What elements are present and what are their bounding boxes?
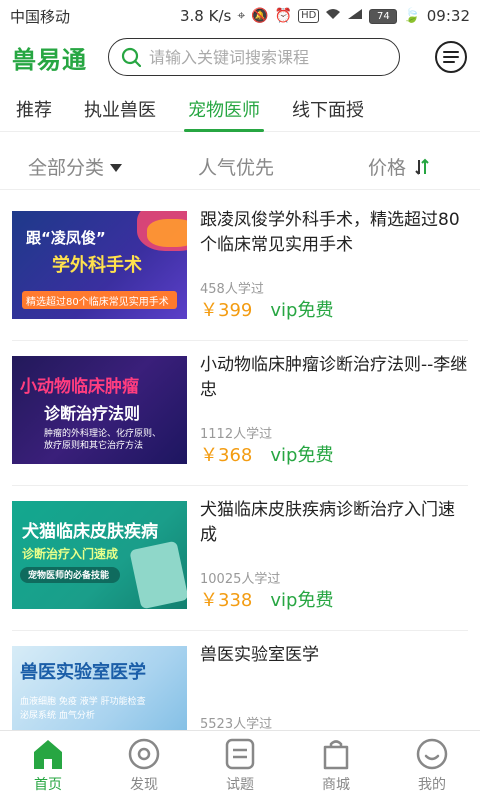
course-thumbnail: 跟“凌凤俊” 学外科手术 精选超过80个临床常见实用手术 (12, 211, 187, 319)
thumbnail-line2: 血液细胞 免疫 液学 肝功能检查 (20, 697, 146, 707)
status-bar: 中国移动 3.8 K/s ⌖ 🔕 ⏰ HD 74 🍃 09:32 (0, 0, 480, 32)
course-price: ￥368 (200, 445, 253, 466)
tab-pet-doctor[interactable]: 宠物医师 (172, 86, 276, 132)
nav-exam-label: 试题 (226, 777, 254, 793)
filter-category[interactable]: 全部分类 (28, 153, 123, 180)
thumbnail-line3: 肿瘤的外科理论、化疗原则、放疗原则和其它治疗方法 (44, 429, 162, 451)
dropdown-triangle-icon (110, 163, 123, 172)
nav-shop[interactable]: 商城 (288, 731, 384, 800)
clock-time: 09:32 (426, 7, 470, 25)
vip-free-badge: vip免费 (270, 300, 334, 321)
menu-icon[interactable] (434, 40, 468, 74)
thumbnail-line1: 兽医实验室医学 (20, 662, 146, 683)
nav-profile-label: 我的 (418, 777, 446, 793)
course-item[interactable]: 跟“凌凤俊” 学外科手术 精选超过80个临床常见实用手术 跟凌凤俊学外科手术，精… (12, 196, 468, 341)
course-price: ￥399 (200, 300, 253, 321)
category-tabs: 推荐 执业兽医 宠物医师 线下面授 (0, 86, 480, 132)
shop-bag-icon (323, 740, 349, 770)
nav-shop-label: 商城 (322, 777, 350, 793)
thumbnail-line2: 诊断治疗法则 (44, 404, 141, 423)
course-thumbnail: 犬猫临床皮肤疾病 诊断治疗入门速成 宠物医师的必备技能 (12, 501, 187, 609)
vip-free-badge: vip免费 (270, 445, 334, 466)
nav-profile[interactable]: 我的 (384, 731, 480, 800)
leaf-icon: 🍃 (403, 8, 421, 24)
nav-discover[interactable]: 发现 (96, 731, 192, 800)
course-item[interactable]: 犬猫临床皮肤疾病 诊断治疗入门速成 宠物医师的必备技能 犬猫临床皮肤疾病诊断治疗… (12, 486, 468, 631)
thumbnail-line3: 泌尿系统 血气分析 (20, 711, 95, 721)
course-price: ￥338 (200, 590, 253, 611)
home-icon (34, 740, 62, 769)
mute-icon: 🔕 (251, 8, 269, 24)
exam-icon (225, 738, 255, 770)
nav-home[interactable]: 首页 (0, 731, 96, 800)
network-speed: 3.8 K/s (180, 7, 232, 25)
app-logo: 兽易通 (12, 45, 87, 74)
thumbnail-line2: 学外科手术 (52, 255, 142, 276)
thumbnail-line1: 犬猫临床皮肤疾病 (22, 522, 158, 542)
learner-count: 10025人学过 (200, 572, 281, 587)
course-title[interactable]: 兽医实验室医学 (200, 643, 470, 668)
tab-recommend[interactable]: 推荐 (0, 86, 68, 132)
learner-count: 458人学过 (200, 282, 264, 297)
filter-bar: 全部分类 人气优先 价格 (0, 140, 480, 190)
search-icon (121, 47, 141, 67)
battery-level: 74 (369, 8, 398, 24)
course-title[interactable]: 犬猫临床皮肤疾病诊断治疗入门速成 (200, 498, 470, 548)
thumbnail-line3: 宠物医师的必备技能 (28, 571, 110, 581)
carrier-name: 中国移动 (10, 7, 71, 26)
filter-category-label: 全部分类 (28, 157, 105, 179)
profile-smile-icon (416, 738, 448, 770)
nav-exam[interactable]: 试题 (192, 731, 288, 800)
app-header: 兽易通 (0, 32, 480, 82)
signal-icon (347, 8, 363, 24)
thumbnail-line1: 跟“凌凤俊” (26, 229, 106, 247)
course-title[interactable]: 小动物临床肿瘤诊断治疗法则--李继忠 (200, 353, 470, 403)
filter-price[interactable]: 价格 (368, 153, 432, 180)
tab-offline-class[interactable]: 线下面授 (276, 86, 380, 132)
alarm-icon: ⏰ (274, 8, 293, 24)
tab-licensed-vet[interactable]: 执业兽医 (68, 86, 172, 132)
bottom-nav: 首页 发现 试题 商城 我的 (0, 730, 480, 800)
learner-count: 1112人学过 (200, 427, 273, 442)
thumbnail-line2: 诊断治疗入门速成 (22, 547, 119, 561)
course-item[interactable]: 小动物临床肿瘤 诊断治疗法则 肿瘤的外科理论、化疗原则、放疗原则和其它治疗方法 … (12, 341, 468, 486)
thumbnail-line3: 精选超过80个临床常见实用手术 (26, 297, 169, 308)
filter-price-label: 价格 (368, 157, 407, 179)
thumbnail-line1: 小动物临床肿瘤 (20, 377, 139, 397)
nav-discover-label: 发现 (130, 777, 158, 793)
search-input[interactable] (149, 47, 379, 67)
discover-icon (128, 738, 160, 770)
course-thumbnail: 小动物临床肿瘤 诊断治疗法则 肿瘤的外科理论、化疗原则、放疗原则和其它治疗方法 (12, 356, 187, 464)
search-bar[interactable] (108, 38, 400, 76)
filter-popular-label: 人气优先 (198, 157, 275, 179)
wifi-icon (325, 8, 341, 24)
nav-home-label: 首页 (34, 777, 62, 793)
vip-free-badge: vip免费 (270, 590, 334, 611)
filter-popular[interactable]: 人气优先 (198, 153, 274, 180)
course-item[interactable]: 兽医实验室医学 血液细胞 免疫 液学 肝功能检查 泌尿系统 血气分析 兽医实验室… (12, 631, 470, 746)
course-title[interactable]: 跟凌凤俊学外科手术，精选超过80个临床常见实用手术 (200, 208, 470, 258)
sort-arrows-icon (415, 158, 429, 175)
hd-icon: HD (298, 9, 320, 23)
location-icon: ⌖ (237, 8, 246, 24)
